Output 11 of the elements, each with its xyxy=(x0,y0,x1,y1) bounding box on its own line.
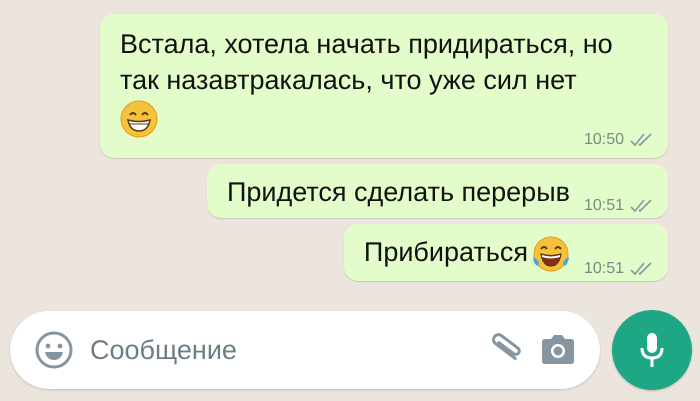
grinning-face-icon xyxy=(120,100,158,138)
message-time: 10:50 xyxy=(584,130,624,150)
message-composer[interactable]: Сообщение xyxy=(10,311,600,389)
message-time: 10:51 xyxy=(584,196,624,216)
message-text: Придется сделать перерыв xyxy=(226,177,570,207)
message-text: Встала, хотела начать придираться, но так назавтракалась, что уже сил нет xyxy=(120,29,613,95)
smiley-icon[interactable] xyxy=(34,330,74,370)
message-input-field[interactable]: Сообщение xyxy=(88,334,470,366)
message-text: Прибираться xyxy=(364,237,528,267)
message-time: 10:51 xyxy=(584,258,624,279)
laughing-face-icon xyxy=(532,234,570,273)
